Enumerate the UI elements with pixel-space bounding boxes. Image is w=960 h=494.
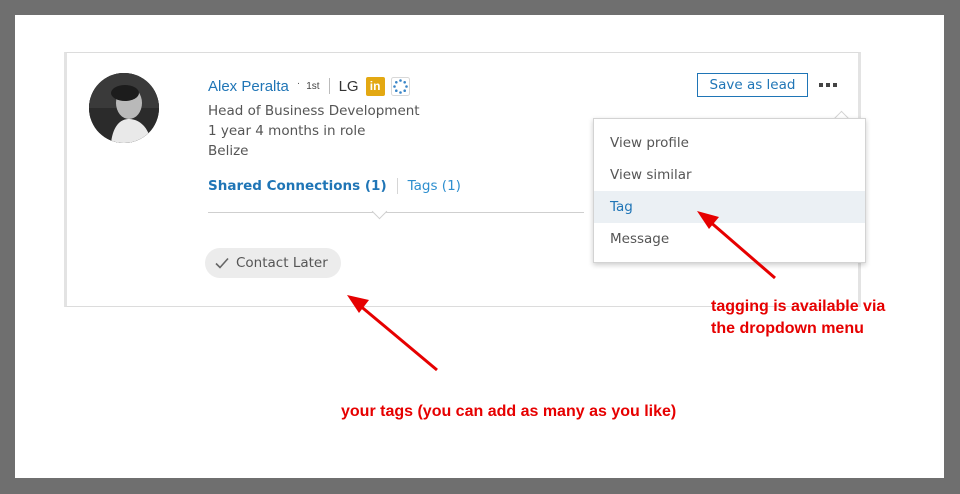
annotation-dropdown-line1: tagging is available via: [711, 298, 886, 315]
annotation-tags-note: your tags (you can add as many as you li…: [341, 403, 677, 420]
annotation-dropdown-note: tagging is available via the dropdown me…: [711, 296, 885, 340]
annotation-dropdown-line2: the dropdown menu: [711, 320, 864, 337]
arrow-to-tag-pill: [347, 295, 438, 372]
arrow-to-tag-menu: [697, 211, 776, 280]
